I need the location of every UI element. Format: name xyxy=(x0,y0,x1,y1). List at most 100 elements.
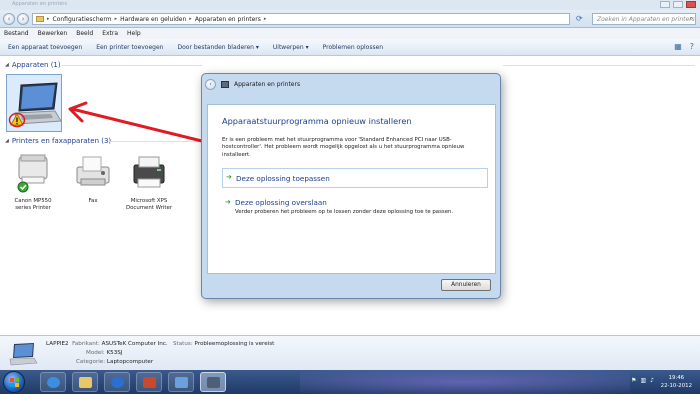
window-buttons xyxy=(660,1,696,8)
game-icon xyxy=(143,377,156,388)
chevron-right-icon: ▸ xyxy=(47,16,50,22)
dialog-body: Apparaatstuurprogramma opnieuw installer… xyxy=(207,104,496,274)
printers-group-title: Printers en faxapparaten (3) xyxy=(11,137,112,145)
breadcrumb-item[interactable]: Configuratiescherm xyxy=(53,16,112,23)
ie-icon xyxy=(47,377,60,388)
media-player-icon xyxy=(111,377,124,388)
device-name: LAPPIE2 xyxy=(46,341,69,347)
taskbar-player-button[interactable] xyxy=(104,372,130,392)
minimize-button[interactable] xyxy=(660,1,670,8)
manufacturer-value: ASUSTeK Computer Inc. xyxy=(101,341,168,347)
category-value: Laptopcomputer xyxy=(106,359,154,365)
device-label: Microsoft XPS xyxy=(130,198,168,204)
search-icon: ⌕ xyxy=(689,15,693,22)
skip-fix-option[interactable]: ➔ Deze oplossing overslaan Verder prober… xyxy=(222,194,488,215)
add-printer-button[interactable]: Een printer toevoegen xyxy=(96,44,163,51)
dialog-description: Er is een probleem met het stuurprogramm… xyxy=(222,137,465,158)
dialog-titlebar: ‹ Apparaten en printers xyxy=(205,77,300,91)
printers-group-header[interactable]: ◢ Printers en faxapparaten (3) xyxy=(5,137,111,145)
start-button[interactable] xyxy=(3,371,25,393)
printer-icon xyxy=(17,154,48,193)
taskbar: ⚑ ▥ ♪ 19:46 22-10-2012 xyxy=(0,370,700,394)
taskbar-explorer-button[interactable] xyxy=(72,372,98,392)
maximize-button[interactable] xyxy=(673,1,683,8)
network-icon[interactable]: ▥ xyxy=(640,377,646,384)
option-label: Deze oplossing toepassen xyxy=(236,174,330,183)
cancel-button[interactable]: Annuleren xyxy=(441,279,491,291)
breadcrumb-item[interactable]: Apparaten en printers xyxy=(195,16,261,23)
device-laptop[interactable] xyxy=(6,74,62,132)
window-titlebar: Apparaten en printers xyxy=(0,0,700,10)
taskbar-control-panel-button[interactable] xyxy=(168,372,194,392)
clock[interactable]: 19:46 22-10-2012 xyxy=(661,374,692,390)
fax-icon xyxy=(76,156,110,186)
option-label: Deze oplossing overslaan xyxy=(235,198,327,207)
menu-item[interactable]: Extra xyxy=(102,30,118,37)
command-bar: Een apparaat toevoegen Een printer toevo… xyxy=(0,39,700,56)
dialog-heading: Apparaatstuurprogramma opnieuw installer… xyxy=(222,116,412,126)
help-icon[interactable]: ? xyxy=(690,42,694,51)
chevron-right-icon: ▸ xyxy=(189,16,192,22)
breadcrumb[interactable]: ▸ Configuratiescherm ▸ Hardware en gelui… xyxy=(32,13,570,25)
collapse-icon: ◢ xyxy=(5,138,9,144)
folder-icon xyxy=(79,377,92,388)
eject-button[interactable]: Uitwerpen ▾ xyxy=(273,44,309,51)
devices-group-title: Apparaten (1) xyxy=(11,61,61,69)
device-label: Fax xyxy=(88,198,98,204)
details-row: Categorie: Laptopcomputer xyxy=(76,359,154,365)
printer-icon xyxy=(133,156,165,188)
printer-canon[interactable]: Canon MP550 series Printer xyxy=(4,151,62,212)
printer-fax[interactable]: Fax xyxy=(64,151,122,205)
menu-item[interactable]: Bestand xyxy=(4,30,29,37)
device-label: Canon MP550 xyxy=(14,198,52,204)
troubleshoot-button[interactable]: Problemen oplossen xyxy=(323,44,384,51)
clock-time: 19:46 xyxy=(668,375,685,381)
taskbar-game-button[interactable] xyxy=(136,372,162,392)
back-button[interactable]: ‹ xyxy=(3,13,15,25)
taskbar-ie-button[interactable] xyxy=(40,372,66,392)
windows-logo-icon xyxy=(10,378,19,387)
printer-small-icon xyxy=(221,80,229,88)
details-row: LAPPIE2 Fabrikant: ASUSTeK Computer Inc.… xyxy=(46,341,275,347)
divider xyxy=(108,141,202,142)
taskbar-devices-button[interactable] xyxy=(200,372,226,392)
back-button[interactable]: ‹ xyxy=(205,78,216,90)
browse-files-button[interactable]: Door bestanden bladeren ▾ xyxy=(177,44,258,51)
search-input[interactable]: Zoeken in Apparaten en printers ⌕ xyxy=(592,13,696,25)
view-options-icon[interactable]: ▦ xyxy=(674,42,682,51)
menu-item[interactable]: Beeld xyxy=(76,30,93,37)
device-label: series Printer xyxy=(15,205,51,211)
menu-bar: Bestand Bewerken Beeld Extra Help xyxy=(0,28,700,39)
clock-date: 22-10-2012 xyxy=(660,383,692,389)
menu-item[interactable]: Bewerken xyxy=(38,30,68,37)
flag-icon[interactable]: ⚑ xyxy=(631,377,636,384)
close-button[interactable] xyxy=(686,1,696,8)
apply-fix-option[interactable]: ➔ Deze oplossing toepassen xyxy=(222,168,488,188)
laptop-icon xyxy=(9,343,38,366)
dialog-title: Apparaten en printers xyxy=(234,80,301,88)
highlight-circle-icon xyxy=(8,112,26,128)
volume-icon[interactable]: ♪ xyxy=(650,377,654,384)
folder-icon xyxy=(36,16,44,22)
details-pane: LAPPIE2 Fabrikant: ASUSTeK Computer Inc.… xyxy=(0,335,700,370)
window-title: Apparaten en printers xyxy=(12,1,68,7)
troubleshoot-dialog: ‹ Apparaten en printers Apparaatstuurpro… xyxy=(201,73,501,299)
menu-item[interactable]: Help xyxy=(127,30,141,37)
devices-group-header[interactable]: ◢ Apparaten (1) xyxy=(5,61,61,69)
forward-button[interactable]: › xyxy=(17,13,29,25)
printer-icon xyxy=(207,377,220,388)
system-tray: ⚑ ▥ ♪ xyxy=(631,377,654,384)
refresh-icon[interactable]: ⟳ xyxy=(576,14,583,23)
chevron-right-icon: ▸ xyxy=(114,16,118,22)
option-sublabel: Verder proberen het probleem op te losse… xyxy=(235,209,454,215)
chevron-right-icon: ▸ xyxy=(263,16,267,22)
divider xyxy=(62,65,202,66)
arrow-right-icon: ➔ xyxy=(225,198,231,206)
status-value: Probleemoplossing is vereist xyxy=(194,341,275,347)
breadcrumb-item[interactable]: Hardware en geluiden xyxy=(120,16,186,23)
collapse-icon: ◢ xyxy=(5,62,9,68)
printer-xps[interactable]: Microsoft XPS Document Writer xyxy=(120,151,178,212)
divider xyxy=(503,65,695,66)
device-label: Document Writer xyxy=(125,205,173,211)
add-device-button[interactable]: Een apparaat toevoegen xyxy=(8,44,82,51)
